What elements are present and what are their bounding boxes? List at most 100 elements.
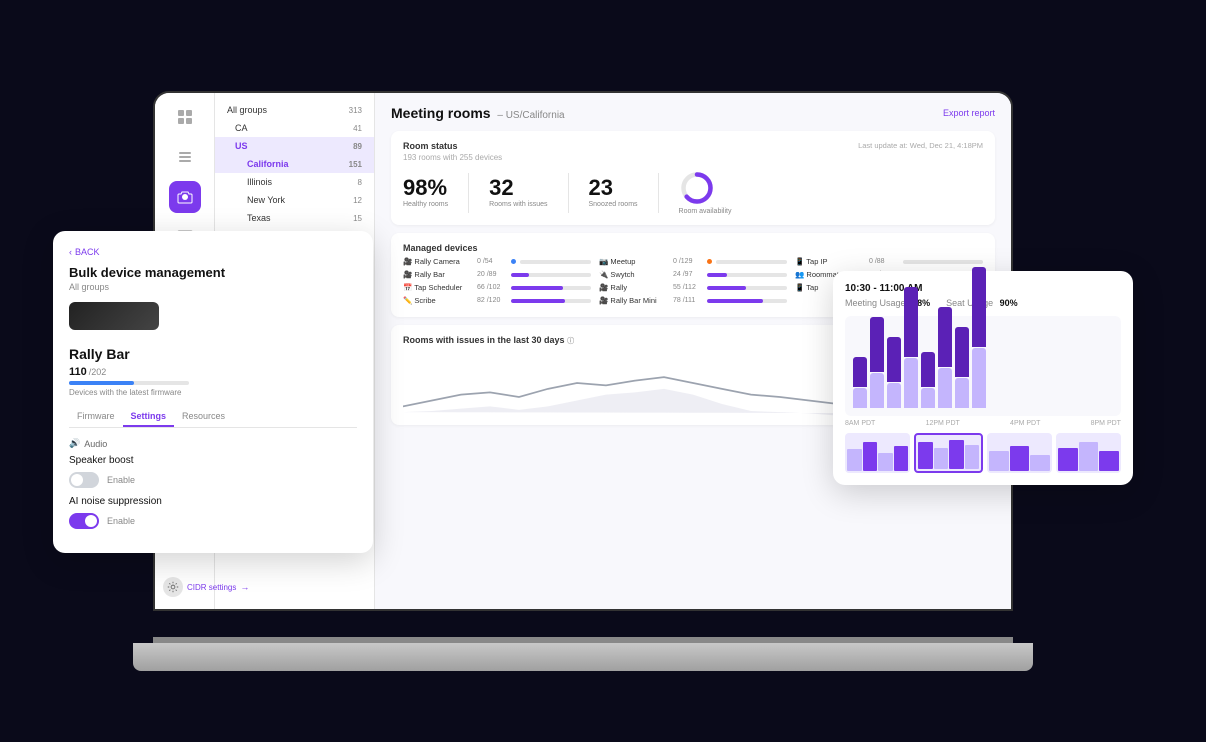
device-title: Rally Bar	[69, 346, 357, 362]
tab-settings[interactable]: Settings	[123, 407, 175, 427]
enable-label-1: Enable	[107, 475, 135, 485]
firmware-current: 110	[69, 366, 87, 378]
stat-availability: Room availability	[679, 170, 732, 215]
thumbnail-4[interactable]	[1056, 433, 1121, 473]
stat-divider-3	[658, 173, 659, 213]
bar-light-1	[853, 388, 867, 408]
settings-section: 🔊 Audio Speaker boost Enable AI noise su…	[69, 438, 357, 529]
bar-light-8	[972, 348, 986, 408]
device-scribe: ✏️ Scribe 82 /120	[403, 294, 591, 307]
nav-item-us[interactable]: US 89	[215, 137, 374, 155]
bar-light-2	[870, 373, 884, 408]
bulk-device-panel: ‹ BACK Bulk device management All groups…	[53, 231, 373, 553]
device-swytch: 🔌 Swytch 24 /97	[599, 268, 787, 281]
speaker-boost-item: Speaker boost	[69, 455, 357, 466]
back-button[interactable]: ‹ BACK	[69, 247, 357, 257]
bar-dark-6	[938, 307, 952, 367]
firmware-count-area: 110 /202	[69, 366, 357, 378]
room-status-card: Room status 193 rooms with 255 devices L…	[391, 131, 995, 225]
thumbnail-row	[845, 433, 1121, 473]
device-col-1: 🎥 Rally Camera 0 /54 🎥 Rally Bar 20 /89	[403, 255, 591, 307]
stats-row: 98% Healthy rooms 32 Rooms with issues 2…	[403, 170, 983, 215]
time-labels: 8AM PDT 12PM PDT 4PM PDT 8PM PDT	[845, 420, 1121, 427]
device-rally-bar-mini: 🎥 Rally Bar Mini 78 /111	[599, 294, 787, 307]
bar-light-3	[887, 383, 901, 408]
main-header: Meeting rooms – US/California Export rep…	[391, 105, 995, 121]
toggle-1-row: Enable	[69, 472, 357, 488]
stat-issues: 32 Rooms with issues	[489, 177, 547, 208]
analytics-popup: 10:30 - 11:00 AM Meeting Usage 28% Seat …	[833, 271, 1133, 485]
audio-label: 🔊 Audio	[69, 438, 357, 449]
bar-light-5	[921, 388, 935, 408]
dot-blue	[511, 259, 516, 264]
device-col-2: 📷 Meetup 0 /129 🔌 Swytch 24 /97	[599, 255, 787, 307]
thumbnail-3[interactable]	[987, 433, 1052, 473]
stat-snoozed: 23 Snoozed rooms	[589, 177, 638, 208]
enable-label-2: Enable	[107, 516, 135, 526]
room-status-subtitle: 193 rooms with 255 devices	[403, 153, 502, 162]
speaker-boost-toggle[interactable]	[69, 472, 99, 488]
toggle-knob-1	[71, 474, 83, 486]
firmware-bar	[69, 381, 189, 385]
device-tap-scheduler: 📅 Tap Scheduler 66 /102	[403, 281, 591, 294]
toggle-knob-2	[85, 515, 97, 527]
stat-healthy: 98% Healthy rooms	[403, 177, 448, 208]
nav-item-ca[interactable]: CA 41	[215, 119, 374, 137]
device-tap-ip: 📱 Tap IP 0 /88	[795, 255, 983, 268]
ai-noise-toggle[interactable]	[69, 513, 99, 529]
nav-item-all-groups[interactable]: All groups 313	[215, 101, 374, 119]
tabs-row: Firmware Settings Resources	[69, 407, 357, 428]
nav-item-texas[interactable]: Texas 15	[215, 209, 374, 227]
bar-dark-2	[870, 317, 884, 372]
device-rally-bar: 🎥 Rally Bar 20 /89	[403, 268, 591, 281]
room-status-title: Room status	[403, 141, 502, 151]
page-title: Meeting rooms	[391, 105, 491, 121]
thumbnail-2[interactable]	[914, 433, 983, 473]
device-rally-camera: 🎥 Rally Camera 0 /54	[403, 255, 591, 268]
sidebar-icon-layers[interactable]	[169, 141, 201, 173]
bar-light-6	[938, 368, 952, 408]
bar-dark-1	[853, 357, 867, 387]
firmware-bar-fill	[69, 381, 134, 385]
scene: All groups 313 CA 41 US 89 California 15…	[53, 31, 1153, 711]
bar-dark-5	[921, 352, 935, 387]
room-availability-ring	[679, 170, 715, 206]
nav-item-illinois[interactable]: Illinois 8	[215, 173, 374, 191]
bar-light-4	[904, 358, 918, 408]
bar-dark-8	[972, 267, 986, 347]
tab-firmware[interactable]: Firmware	[69, 407, 123, 427]
settings-area: CIDR settings →	[215, 573, 315, 601]
device-rally: 🎥 Rally 55 /112	[599, 281, 787, 294]
export-report-button[interactable]: Export report	[943, 108, 995, 118]
panel-title: Bulk device management	[69, 265, 357, 280]
toggle-2-row: Enable	[69, 513, 357, 529]
speaker-boost-label: Speaker boost	[69, 455, 134, 466]
nav-item-california[interactable]: California 151	[215, 155, 374, 173]
device-meetup: 📷 Meetup 0 /129	[599, 255, 787, 268]
ai-noise-label: AI noise suppression	[69, 496, 162, 507]
bar-dark-4	[904, 287, 918, 357]
firmware-total: /202	[89, 367, 107, 377]
sidebar-icon-camera[interactable]	[169, 181, 201, 213]
nav-item-newyork[interactable]: New York 12	[215, 191, 374, 209]
thumbnail-1[interactable]	[845, 433, 910, 473]
breadcrumb: – US/California	[497, 110, 564, 121]
laptop-base	[133, 643, 1033, 671]
cidr-settings-label[interactable]: CIDR settings	[215, 583, 236, 592]
device-image	[69, 302, 159, 330]
bar-light-7	[955, 378, 969, 408]
device-info	[69, 302, 357, 338]
title-area: Meeting rooms – US/California	[391, 105, 565, 121]
bar-dark-3	[887, 337, 901, 382]
bar-dark-7	[955, 327, 969, 377]
bar-chart	[845, 316, 1121, 416]
sidebar-icon-grid[interactable]	[169, 101, 201, 133]
dot-orange	[707, 259, 712, 264]
ai-noise-item: AI noise suppression	[69, 496, 357, 507]
tab-resources[interactable]: Resources	[174, 407, 233, 427]
firmware-label: Devices with the latest firmware	[69, 388, 357, 397]
cidr-arrow: →	[240, 582, 249, 592]
panel-subtitle: All groups	[69, 282, 357, 292]
managed-devices-title: Managed devices	[403, 243, 983, 253]
stat-divider-2	[568, 173, 569, 213]
